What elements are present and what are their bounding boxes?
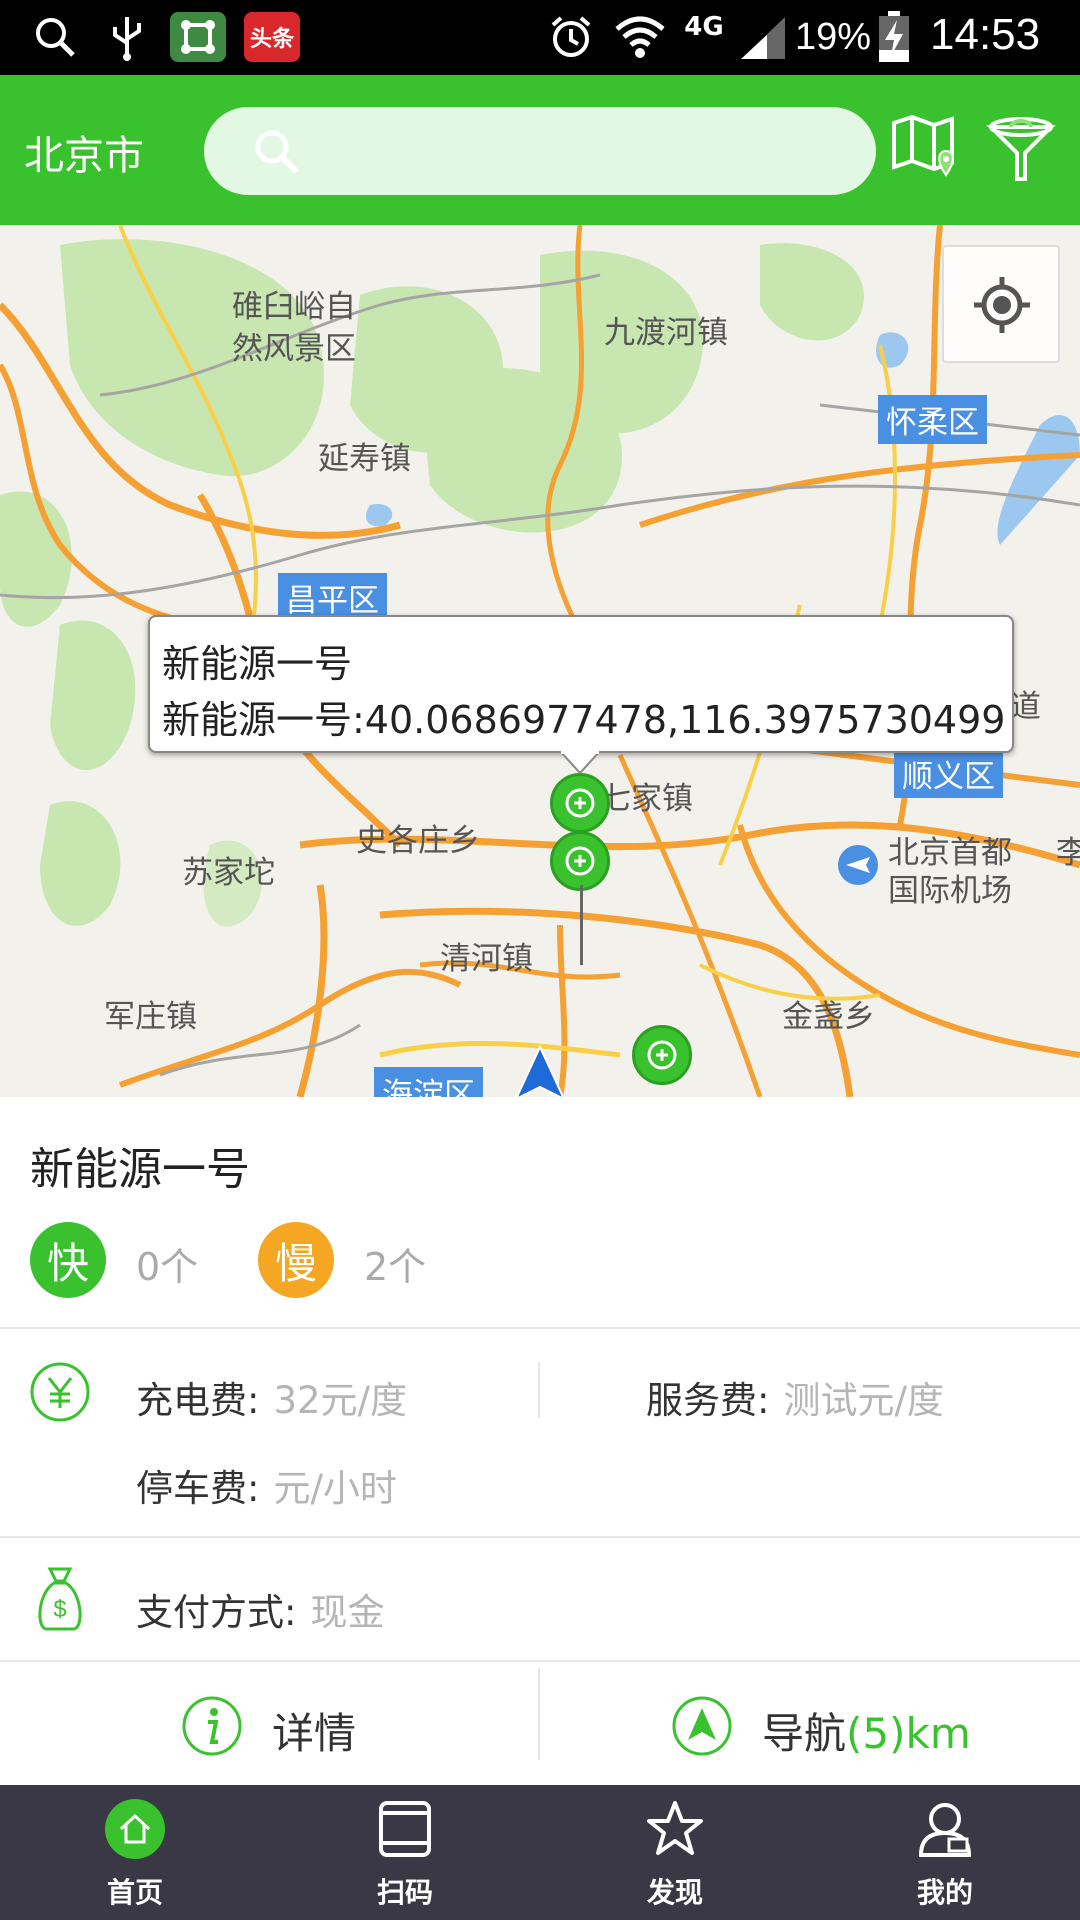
svg-text:$: $ bbox=[53, 1596, 66, 1623]
divider bbox=[0, 1327, 1080, 1329]
charging-station-pin[interactable] bbox=[550, 773, 610, 833]
slow-charger-count: 2个 bbox=[364, 1245, 427, 1289]
parking-fee-label: 停车费: bbox=[136, 1467, 260, 1510]
crosshair-icon bbox=[972, 275, 1032, 339]
map-label: 九渡河镇 bbox=[604, 315, 728, 351]
service-fee-row: 服务费: 测试元/度 bbox=[646, 1370, 944, 1424]
map-label: 道 bbox=[1010, 689, 1041, 725]
payment-row: 支付方式: 现金 bbox=[136, 1582, 384, 1636]
details-label: 详情 bbox=[272, 1709, 357, 1758]
map-label: 李 bbox=[1056, 835, 1080, 871]
airport-icon bbox=[836, 843, 880, 891]
map-label: 史各庄乡 bbox=[356, 823, 480, 859]
signal-icon bbox=[735, 12, 791, 62]
district-label: 顺义区 bbox=[894, 749, 1003, 798]
map-label: 碓臼峪自 bbox=[232, 289, 356, 325]
slow-charger-badge: 慢 bbox=[258, 1222, 334, 1298]
clock: 14:53 bbox=[930, 10, 1041, 59]
details-button[interactable]: 详情 bbox=[0, 1662, 540, 1784]
nav-discover-label: 发现 bbox=[646, 1876, 703, 1909]
payment-value: 现金 bbox=[310, 1591, 385, 1634]
map-label: 七家镇 bbox=[600, 781, 693, 817]
map-label: 金盏乡 bbox=[782, 999, 875, 1035]
nav-mine[interactable]: 我的 bbox=[810, 1785, 1080, 1920]
map-label: 延寿镇 bbox=[318, 441, 411, 477]
navigate-icon bbox=[670, 1694, 734, 1762]
app-notification-icon bbox=[170, 12, 226, 62]
usb-icon bbox=[105, 12, 149, 62]
search-icon bbox=[254, 129, 298, 177]
map-label: 国际机场 bbox=[888, 873, 1012, 909]
callout-pointer bbox=[560, 751, 600, 775]
charge-fee-row: 充电费: 32元/度 bbox=[136, 1370, 407, 1424]
city-selector[interactable]: 北京市 bbox=[24, 123, 144, 181]
nav-home-label: 首页 bbox=[106, 1876, 163, 1909]
status-bar: 头条 4G 19% 14:53 bbox=[0, 0, 1080, 75]
service-fee-value: 测试元/度 bbox=[783, 1379, 944, 1422]
map-label: 苏家坨 bbox=[182, 855, 275, 891]
navigate-button[interactable]: 导航(5)km bbox=[540, 1662, 1080, 1784]
nav-scan[interactable]: 扫码 bbox=[270, 1785, 540, 1920]
scan-icon bbox=[375, 1799, 435, 1859]
alarm-icon bbox=[545, 12, 597, 62]
map-label: 军庄镇 bbox=[104, 999, 197, 1035]
fast-charger-count: 0个 bbox=[136, 1245, 199, 1289]
parking-fee-value: 元/小时 bbox=[273, 1467, 397, 1510]
battery-percent: 19% bbox=[795, 16, 872, 58]
pin-line bbox=[580, 885, 583, 965]
wifi-icon bbox=[612, 12, 668, 62]
district-label: 怀柔区 bbox=[878, 395, 987, 444]
star-icon bbox=[645, 1799, 705, 1859]
charging-station-pin[interactable] bbox=[632, 1025, 692, 1085]
charge-fee-value: 32元/度 bbox=[273, 1379, 408, 1422]
toutiao-icon: 头条 bbox=[244, 12, 300, 62]
nav-discover[interactable]: 发现 bbox=[540, 1785, 810, 1920]
search-input[interactable] bbox=[204, 107, 876, 195]
map-label: 然风景区 bbox=[232, 331, 356, 367]
navigate-distance: (5)km bbox=[846, 1709, 971, 1758]
locate-button[interactable] bbox=[942, 245, 1060, 363]
callout-coordinates: 新能源一号:40.0686977478,116.3975730499 bbox=[162, 698, 1006, 742]
money-bag-icon: $ bbox=[32, 1565, 88, 1637]
service-fee-label: 服务费: bbox=[646, 1379, 770, 1422]
app-header: 北京市 bbox=[0, 75, 1080, 225]
station-callout[interactable]: 新能源一号 新能源一号:40.0686977478,116.3975730499 bbox=[148, 615, 1014, 753]
navigate-label: 导航 bbox=[762, 1709, 847, 1758]
station-name: 新能源一号 bbox=[30, 1144, 250, 1195]
nav-scan-label: 扫码 bbox=[376, 1876, 433, 1909]
map-label: 清河镇 bbox=[440, 941, 533, 977]
current-location-icon bbox=[514, 1044, 566, 1097]
info-icon bbox=[180, 1694, 244, 1762]
charging-station-pin[interactable] bbox=[550, 831, 610, 891]
filter-icon[interactable] bbox=[985, 113, 1057, 189]
navigate-label-row: 导航(5)km bbox=[762, 1700, 971, 1761]
parking-fee-row: 停车费: 元/小时 bbox=[136, 1458, 397, 1512]
nav-home[interactable]: 首页 bbox=[0, 1785, 270, 1920]
divider bbox=[538, 1362, 540, 1418]
network-type: 4G bbox=[684, 12, 724, 42]
nav-mine-label: 我的 bbox=[916, 1876, 973, 1909]
user-icon bbox=[915, 1799, 975, 1859]
bottom-navigation: 首页 扫码 发现 我的 bbox=[0, 1785, 1080, 1920]
callout-title: 新能源一号 bbox=[162, 642, 353, 686]
yuan-icon bbox=[28, 1360, 92, 1428]
fast-charger-badge: 快 bbox=[30, 1222, 106, 1298]
search-status-icon bbox=[30, 12, 80, 62]
payment-label: 支付方式: bbox=[136, 1591, 297, 1634]
district-label: 海淀区 bbox=[374, 1067, 483, 1097]
map-list-icon[interactable] bbox=[890, 113, 962, 189]
home-icon bbox=[105, 1799, 165, 1859]
map-view[interactable]: 碓臼峪自 然风景区 九渡河镇 延寿镇 史各庄乡 苏家坨 清河镇 军庄镇 金盏乡 … bbox=[0, 225, 1080, 1097]
battery-icon bbox=[874, 11, 914, 62]
divider bbox=[0, 1536, 1080, 1538]
charge-fee-label: 充电费: bbox=[136, 1379, 260, 1422]
